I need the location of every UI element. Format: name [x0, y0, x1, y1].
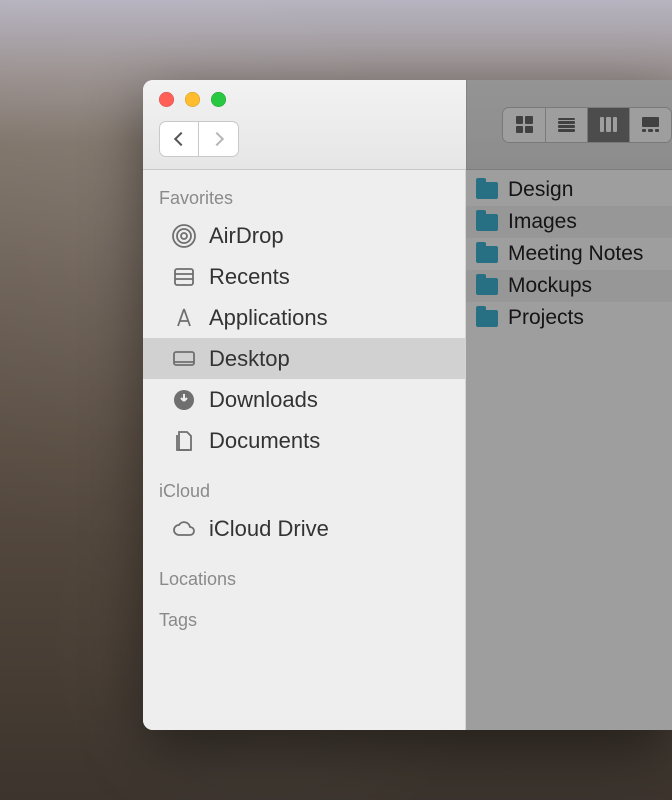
folder-icon [476, 246, 498, 263]
content-pane: Design Images Meeting Notes Mockups Proj… [466, 170, 672, 730]
chevron-left-icon [173, 132, 187, 146]
file-row[interactable]: Projects [466, 302, 672, 334]
section-icloud-label: iCloud [143, 475, 465, 508]
sidebar-item-icloud-drive[interactable]: iCloud Drive [143, 508, 465, 549]
chevron-right-icon [210, 132, 224, 146]
window-body: Favorites AirDrop Recents [143, 170, 672, 730]
file-row[interactable]: Images [466, 206, 672, 238]
sidebar: Favorites AirDrop Recents [143, 170, 466, 730]
airdrop-icon [171, 224, 197, 248]
folder-icon [476, 214, 498, 231]
sidebar-item-desktop[interactable]: Desktop [143, 338, 465, 379]
file-row[interactable]: Meeting Notes [466, 238, 672, 270]
section-locations-label: Locations [143, 563, 465, 596]
sidebar-item-documents[interactable]: Documents [143, 420, 465, 461]
folder-icon [476, 310, 498, 327]
nav-back-button[interactable] [159, 121, 199, 157]
sidebar-item-applications[interactable]: Applications [143, 297, 465, 338]
sidebar-item-label: Applications [209, 305, 328, 331]
view-mode-segment [502, 107, 672, 143]
sidebar-item-label: Downloads [209, 387, 318, 413]
nav-buttons [159, 121, 466, 157]
view-gallery-button[interactable] [629, 108, 671, 142]
file-name: Design [508, 178, 573, 202]
documents-icon [171, 429, 197, 453]
nav-forward-button[interactable] [199, 121, 239, 157]
view-list-button[interactable] [545, 108, 587, 142]
desktop-icon [171, 347, 197, 371]
sidebar-item-label: Desktop [209, 346, 290, 372]
window-controls [159, 92, 466, 107]
toolbar-right [466, 80, 672, 170]
minimize-window-button[interactable] [185, 92, 200, 107]
sidebar-item-airdrop[interactable]: AirDrop [143, 215, 465, 256]
section-favorites-label: Favorites [143, 182, 465, 215]
view-icon-button[interactable] [503, 108, 545, 142]
folder-icon [476, 182, 498, 199]
file-row[interactable]: Design [466, 174, 672, 206]
grid-icon [516, 116, 533, 133]
file-row[interactable]: Mockups [466, 270, 672, 302]
sidebar-item-label: Recents [209, 264, 290, 290]
cloud-icon [171, 517, 197, 541]
file-name: Meeting Notes [508, 242, 643, 266]
sidebar-item-recents[interactable]: Recents [143, 256, 465, 297]
file-name: Mockups [508, 274, 592, 298]
applications-icon [171, 306, 197, 330]
column-icon [600, 117, 617, 132]
zoom-window-button[interactable] [211, 92, 226, 107]
file-name: Images [508, 210, 577, 234]
recents-icon [171, 265, 197, 289]
sidebar-item-label: iCloud Drive [209, 516, 329, 542]
sidebar-item-label: AirDrop [209, 223, 284, 249]
gallery-icon [642, 117, 659, 132]
toolbar-left [143, 80, 466, 170]
folder-icon [476, 278, 498, 295]
file-name: Projects [508, 306, 584, 330]
downloads-icon [171, 388, 197, 412]
close-window-button[interactable] [159, 92, 174, 107]
list-icon [558, 118, 575, 132]
view-column-button[interactable] [587, 108, 629, 142]
finder-window: Favorites AirDrop Recents [143, 80, 672, 730]
sidebar-item-downloads[interactable]: Downloads [143, 379, 465, 420]
section-tags-label: Tags [143, 604, 465, 637]
sidebar-item-label: Documents [209, 428, 320, 454]
toolbar [143, 80, 672, 170]
